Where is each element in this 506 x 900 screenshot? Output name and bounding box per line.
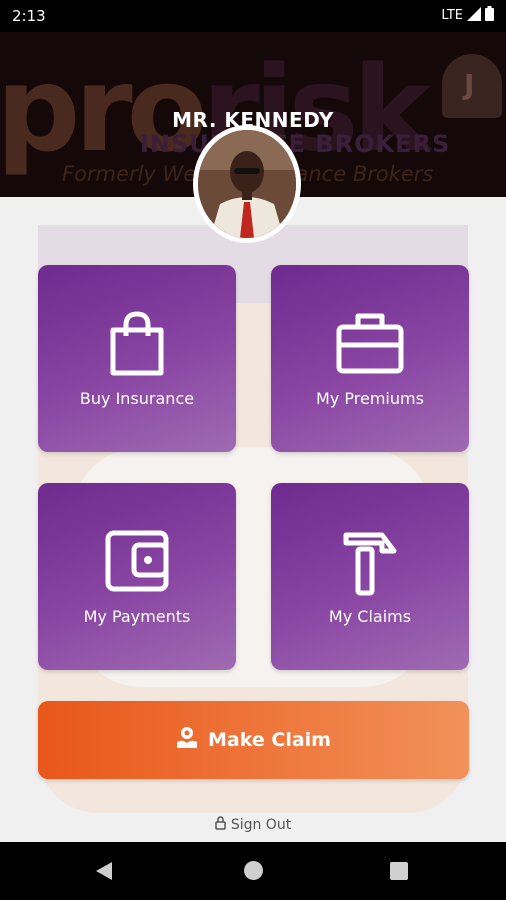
network-type: LTE <box>441 8 463 23</box>
tile-label: My Premiums <box>316 389 424 408</box>
avatar[interactable] <box>193 125 301 243</box>
signal-icon <box>467 6 481 25</box>
make-claim-button[interactable]: Make Claim <box>38 701 469 779</box>
lock-icon <box>215 816 226 834</box>
home-icon[interactable] <box>244 861 263 880</box>
tile-label: Buy Insurance <box>79 389 195 408</box>
my-claims-tile[interactable]: My Claims <box>271 483 469 670</box>
tile-label: My Payments <box>83 607 191 626</box>
recent-apps-icon[interactable] <box>390 862 408 880</box>
my-payments-tile[interactable]: My Payments <box>38 483 236 670</box>
status-time: 2:13 <box>12 7 46 25</box>
make-claim-label: Make Claim <box>208 729 331 751</box>
my-premiums-tile[interactable]: My Premiums <box>271 265 469 452</box>
navigation-bar <box>0 842 506 900</box>
sign-out-link[interactable]: Sign Out <box>0 816 506 834</box>
back-icon[interactable] <box>96 862 114 884</box>
tile-label: My Claims <box>328 607 412 626</box>
sign-out-label: Sign Out <box>230 817 292 833</box>
briefcase-icon <box>271 311 469 375</box>
buy-insurance-tile[interactable]: Buy Insurance <box>38 265 236 452</box>
wallet-icon <box>38 529 236 593</box>
shopping-bag-icon <box>38 311 236 377</box>
hammer-icon <box>271 529 469 597</box>
brand-watermark-subtitle: INSURANCE BROKERS <box>140 130 451 158</box>
status-icons: LTE <box>441 6 494 25</box>
battery-icon <box>485 6 494 25</box>
claim-hand-icon <box>176 726 198 754</box>
status-bar: 2:13 LTE <box>0 0 506 32</box>
